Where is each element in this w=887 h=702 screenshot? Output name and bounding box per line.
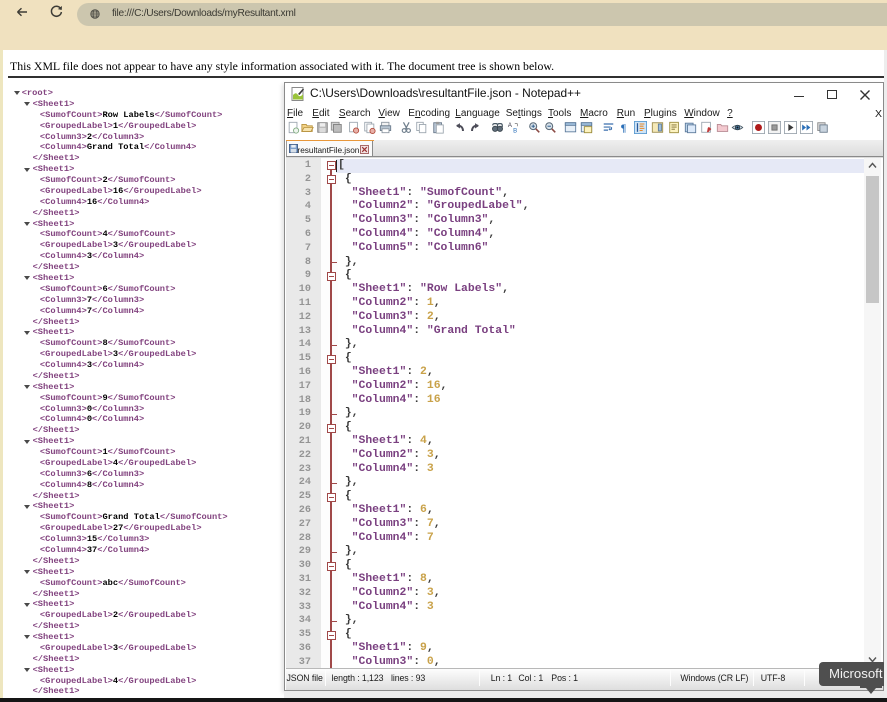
svg-text:B: B: [513, 128, 517, 134]
svg-text:¶: ¶: [621, 123, 627, 134]
svg-text:A: A: [508, 123, 513, 129]
